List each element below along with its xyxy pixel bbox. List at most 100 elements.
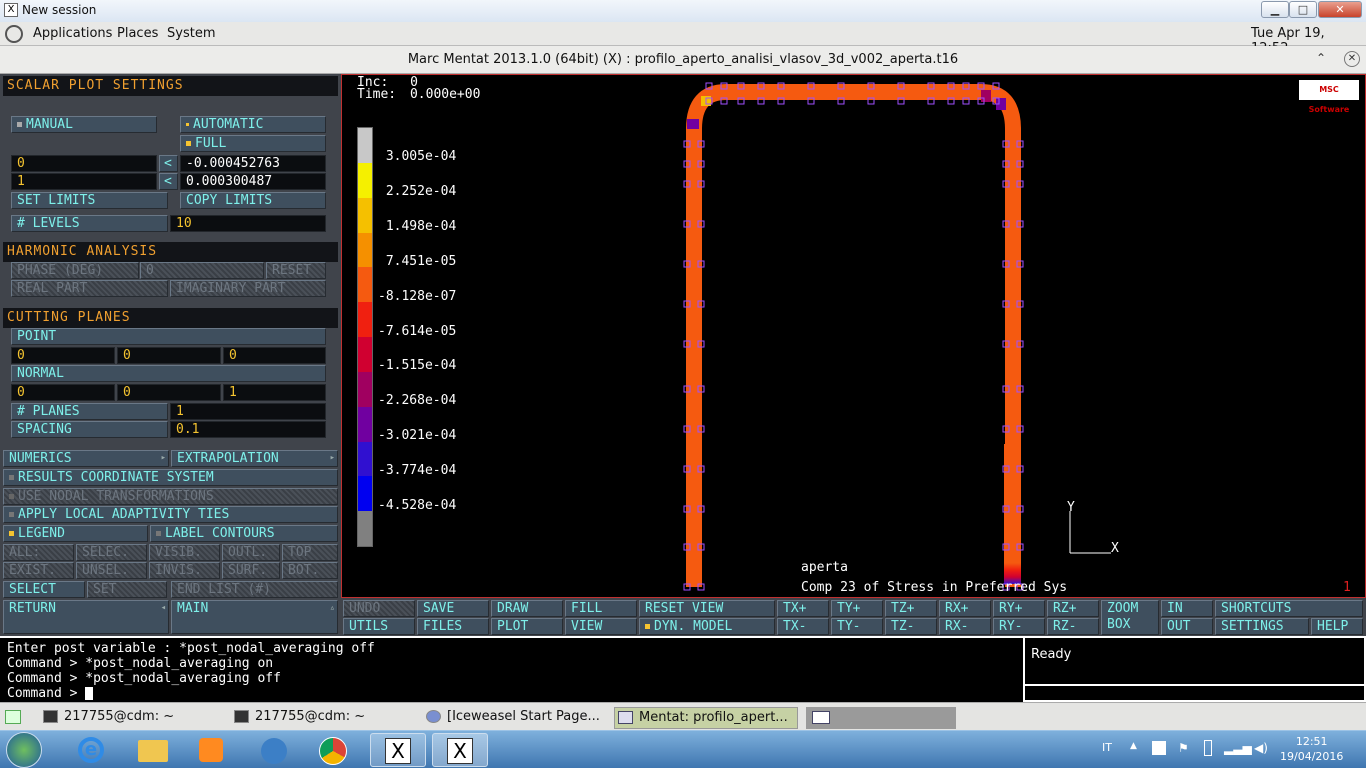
rz-plus-button[interactable]: RZ+ [1047,600,1099,617]
tz-minus-button[interactable]: TZ- [885,618,937,635]
language-indicator[interactable]: IT [1102,741,1112,754]
volume-icon[interactable]: ◀) [1254,741,1268,755]
task-mentat[interactable]: Mentat: profilo_apert... [614,707,798,729]
draw-button[interactable]: DRAW [491,600,563,617]
max-arrow-button[interactable]: < [159,173,178,190]
flag-icon[interactable]: ⚑ [1178,741,1189,755]
rz-minus-button[interactable]: RZ- [1047,618,1099,635]
main-button[interactable]: MAIN ▵ [171,600,338,634]
manual-button[interactable]: MANUAL [11,116,157,133]
min-index-field[interactable]: 0 [11,155,157,172]
normal-x-field[interactable]: 0 [11,384,115,401]
battery-icon[interactable] [1204,740,1212,756]
zoom-box-button[interactable]: ZOOM BOX [1101,600,1159,635]
workspace-1[interactable] [812,711,830,724]
view-button[interactable]: VIEW [565,618,637,635]
tx-plus-button[interactable]: TX+ [777,600,829,617]
zoom-out-button[interactable]: OUT [1161,618,1213,635]
menu-system[interactable]: System [167,26,215,41]
phase-field: 0 [140,262,264,279]
network-icon[interactable] [246,733,302,767]
extrapolation-button[interactable]: EXTRAPOLATION ▸ [171,450,338,467]
point-button[interactable]: POINT [11,328,326,345]
maximize-button[interactable]: □ [1289,1,1317,18]
rx-plus-button[interactable]: RX+ [939,600,991,617]
planes-field[interactable]: 1 [170,403,326,420]
menu-places[interactable]: Places [117,26,158,41]
task-terminal-1[interactable]: 217755@cdm: ~ [40,707,226,729]
chrome-icon[interactable] [306,733,362,767]
fill-button[interactable]: FILL [565,600,637,617]
levels-field[interactable]: 10 [170,215,326,232]
label-contours-toggle[interactable]: LABEL CONTOURS [150,525,338,542]
action-center-icon[interactable] [1152,741,1166,755]
ry-minus-button[interactable]: RY- [993,618,1045,635]
copy-limits-button[interactable]: COPY LIMITS [180,192,326,209]
point-z-field[interactable]: 0 [223,347,326,364]
max-index-field[interactable]: 1 [11,173,157,190]
max-value-field[interactable]: 0.000300487 [180,173,326,190]
save-button[interactable]: SAVE [417,600,489,617]
tz-plus-button[interactable]: TZ+ [885,600,937,617]
internet-explorer-icon[interactable]: e [64,733,120,767]
tx-minus-button[interactable]: TX- [777,618,829,635]
apply-local-adaptivity-button[interactable]: APPLY LOCAL ADAPTIVITY TIES [3,506,338,523]
levels-button[interactable]: # LEVELS [11,215,168,232]
task-iceweasel[interactable]: [Iceweasel Start Page... [423,707,609,729]
help-button[interactable]: HELP [1311,618,1363,635]
dyn-model-toggle[interactable]: DYN. MODEL [639,618,775,635]
ty-plus-button[interactable]: TY+ [831,600,883,617]
command-input[interactable]: Command > [7,686,1016,701]
results-coordinate-system-button[interactable]: RESULTS COORDINATE SYSTEM [3,469,338,486]
right-leg-gradient [1004,444,1021,584]
spacing-button[interactable]: SPACING [11,421,168,438]
task-terminal-2[interactable]: 217755@cdm: ~ [231,707,417,729]
point-y-field[interactable]: 0 [117,347,221,364]
exist-button: EXIST. [3,562,74,579]
menu-applications[interactable]: Applications [33,26,112,41]
minimize-button[interactable]: ▁ [1261,1,1289,18]
return-button[interactable]: RETURN ◂ [3,600,169,634]
xming-icon-1[interactable]: X [370,733,426,767]
point-x-field[interactable]: 0 [11,347,115,364]
planes-button[interactable]: # PLANES [11,403,168,420]
workspace-switcher[interactable] [806,707,956,729]
automatic-button[interactable]: AUTOMATIC [180,116,326,133]
shortcuts-button[interactable]: SHORTCUTS [1215,600,1363,617]
rx-minus-button[interactable]: RX- [939,618,991,635]
legend-toggle[interactable]: LEGEND [3,525,148,542]
utils-button[interactable]: UTILS [343,618,415,635]
system-clock[interactable]: 12:51 19/04/2016 [1280,734,1343,764]
signal-icon[interactable]: ▂▃▅ [1224,741,1252,755]
normal-z-field[interactable]: 1 [223,384,326,401]
command-console[interactable]: Enter post variable : *post_nodal_averag… [0,636,1023,702]
start-button[interactable] [6,732,42,768]
min-arrow-button[interactable]: < [159,155,178,172]
reset-view-button[interactable]: RESET VIEW [639,600,775,617]
select-button[interactable]: SELECT [3,581,85,598]
normal-button[interactable]: NORMAL [11,365,326,382]
ry-plus-button[interactable]: RY+ [993,600,1045,617]
gnome-foot-icon[interactable] [5,25,23,43]
app-maximize-icon[interactable]: ⌃ [1316,51,1326,65]
show-desktop-icon[interactable] [5,710,21,724]
settings-button[interactable]: SETTINGS [1215,618,1309,635]
spacing-field[interactable]: 0.1 [170,421,326,438]
xming-icon-2[interactable]: X [432,733,488,767]
full-button[interactable]: FULL [180,135,326,152]
numerics-button[interactable]: NUMERICS ▸ [3,450,169,467]
files-button[interactable]: FILES [417,618,489,635]
set-limits-button[interactable]: SET LIMITS [11,192,168,209]
app-close-icon[interactable]: ✕ [1344,51,1360,67]
media-player-icon[interactable] [184,733,240,767]
plot-button[interactable]: PLOT [491,618,563,635]
close-button[interactable]: ✕ [1318,1,1362,18]
min-value-field[interactable]: -0.000452763 [180,155,326,172]
normal-y-field[interactable]: 0 [117,384,221,401]
model-plot[interactable] [341,74,1366,598]
file-explorer-icon[interactable] [124,733,180,767]
zoom-in-button[interactable]: IN [1161,600,1213,617]
tray-expand-icon[interactable]: ▲ [1130,741,1137,751]
window-title: New session [22,3,97,17]
ty-minus-button[interactable]: TY- [831,618,883,635]
